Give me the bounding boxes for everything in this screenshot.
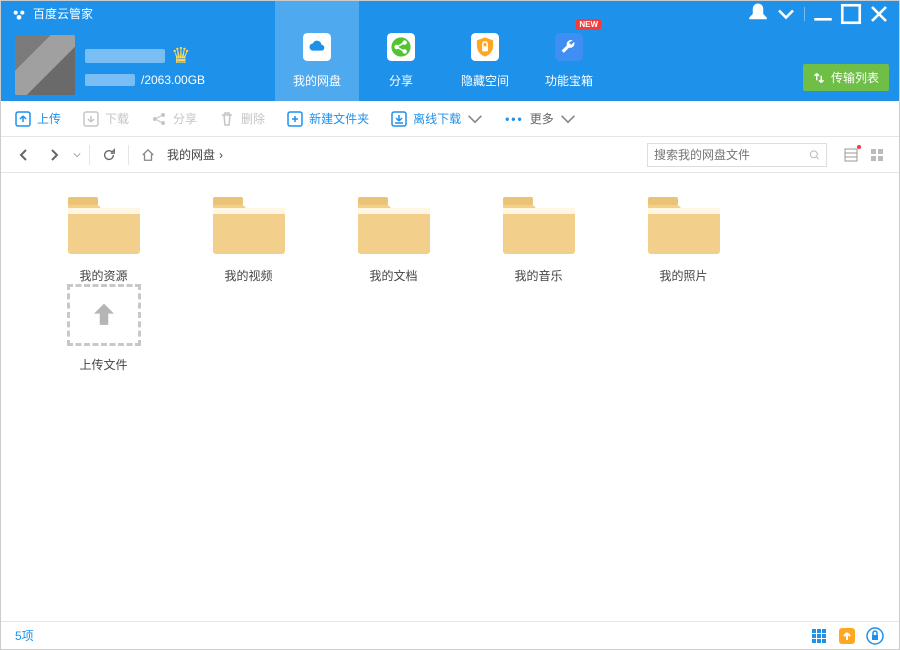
app-title: 百度云管家 [33,5,93,22]
chevron-down-icon[interactable] [73,151,81,159]
share-icon [382,28,420,66]
close-button[interactable] [865,3,893,25]
offline-download-button[interactable]: 离线下载 [391,110,483,127]
storage-hidden [85,74,135,86]
transfer-label: 传输列表 [831,69,879,86]
window-controls [744,3,893,25]
new-folder-button[interactable]: 新建文件夹 [287,110,369,127]
search-box[interactable] [647,143,827,167]
app-logo-icon [11,6,27,22]
maximize-button[interactable] [837,3,865,25]
forward-button[interactable] [43,144,65,166]
folder-item[interactable]: 我的音乐 [466,195,611,284]
folder-label: 我的视频 [224,267,272,284]
lock-status-icon[interactable] [865,626,885,646]
transfer-icon [813,72,825,84]
breadcrumb[interactable]: 我的网盘 › [167,146,639,163]
upload-status-icon[interactable] [837,626,857,646]
title-row: 百度云管家 [11,5,93,22]
file-grid: 我的资源 我的视频 我的文档 我的音乐 我的照片上传文件 [1,173,899,621]
new-folder-icon [287,111,303,127]
avatar[interactable] [15,35,75,95]
tab-share[interactable]: 分享 [359,1,443,101]
dots-icon: ••• [505,112,524,126]
dropdown-icon[interactable] [772,3,800,25]
delete-button: 删除 [219,110,265,127]
toolbar: 上传 下载 分享 删除 新建文件夹 离线下载 ••• 更多 [1,101,899,137]
lock-icon [466,28,504,66]
upload-button[interactable]: 上传 [15,110,61,127]
tab-lock[interactable]: 隐藏空间 [443,1,527,101]
share-button: 分享 [151,110,197,127]
crown-icon: ♛ [171,43,191,69]
download-button: 下载 [83,110,129,127]
header: 百度云管家 ♛ /2063.00GB 我的网盘 分享 隐藏空间 功能宝箱 NEW 传输列… [1,1,899,101]
folder-item[interactable]: 我的照片 [611,195,756,284]
share-icon [151,111,167,127]
home-button[interactable] [137,144,159,166]
upload-tile[interactable]: 上传文件 [31,284,176,373]
search-icon[interactable] [809,148,820,162]
view-switcher [843,145,887,165]
user-info: ♛ /2063.00GB [85,43,205,87]
tab-cloud[interactable]: 我的网盘 [275,1,359,101]
chevron-down-icon [467,111,483,127]
chevron-down-icon [560,111,576,127]
user-name [85,49,165,63]
folder-label: 我的音乐 [514,267,562,284]
view-grid-icon[interactable] [867,145,887,165]
offline-icon [391,111,407,127]
folder-item[interactable]: 我的视频 [176,195,321,284]
upload-icon [15,111,31,127]
tab-label: 功能宝箱 [545,72,593,89]
folder-item[interactable]: 我的资源 [31,195,176,284]
download-icon [83,111,99,127]
cloud-icon [298,28,336,66]
upload-dropzone-icon [67,284,141,346]
notification-icon[interactable] [744,3,772,25]
nav-row: 我的网盘 › [1,137,899,173]
nav-tabs: 我的网盘 分享 隐藏空间 功能宝箱 NEW [275,1,611,101]
minimize-button[interactable] [809,3,837,25]
folder-item[interactable]: 我的文档 [321,195,466,284]
more-button[interactable]: ••• 更多 [505,110,576,127]
view-list-icon[interactable] [843,145,863,165]
status-bar: 5项 [1,621,899,649]
transfer-list-button[interactable]: 传输列表 [803,64,889,91]
grid-view-icon[interactable] [809,626,829,646]
folder-label: 我的文档 [369,267,417,284]
trash-icon [219,111,235,127]
wrench-icon [550,28,588,66]
storage-text: /2063.00GB [141,73,205,87]
refresh-button[interactable] [98,144,120,166]
back-button[interactable] [13,144,35,166]
search-input[interactable] [654,148,809,162]
user-block: ♛ /2063.00GB [15,29,205,101]
upload-label: 上传文件 [79,356,127,373]
tab-label: 我的网盘 [293,72,341,89]
tab-label: 分享 [389,72,413,89]
item-count: 5项 [15,627,34,644]
folder-label: 我的资源 [79,267,127,284]
tab-label: 隐藏空间 [461,72,509,89]
new-badge: NEW [576,19,601,30]
folder-label: 我的照片 [659,267,707,284]
tab-wrench[interactable]: 功能宝箱 NEW [527,1,611,101]
